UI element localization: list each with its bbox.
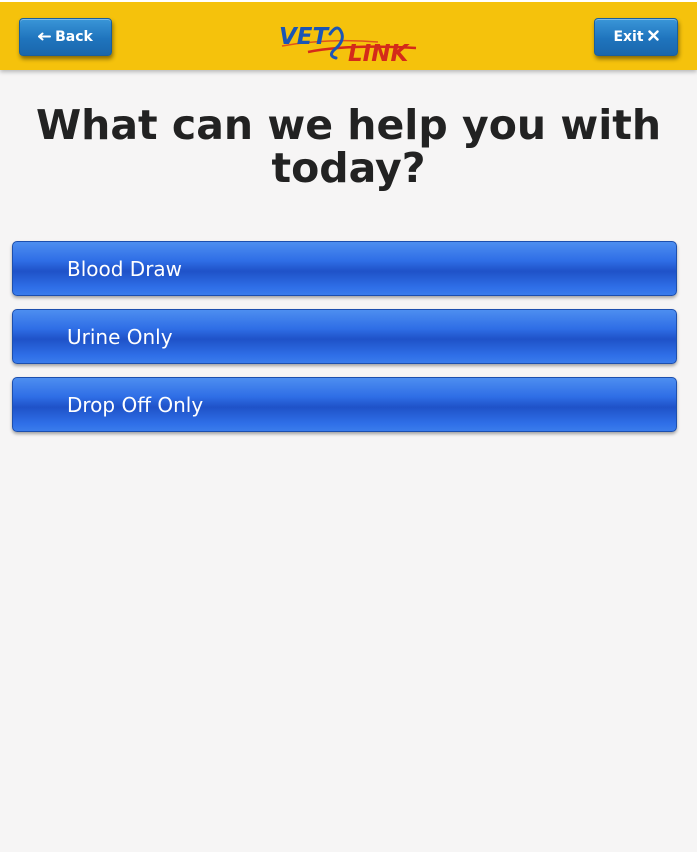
option-drop-off-only-button[interactable]: Drop Off Only [12,377,677,432]
option-blood-draw-button[interactable]: Blood Draw [12,241,677,296]
exit-button-label: Exit [613,29,644,45]
arrow-left-icon [38,29,52,45]
page-title: What can we help you with today? [35,101,662,192]
close-icon [647,29,659,45]
top-bar: Back VET LINK Exit [0,0,697,70]
logo-text-link: LINK [348,41,410,64]
back-button[interactable]: Back [19,18,112,56]
vetlink-logo: VET LINK [278,18,418,67]
exit-button[interactable]: Exit [594,18,678,56]
back-button-label: Back [55,29,93,45]
logo-text-vet: VET [279,24,331,50]
option-urine-only-button[interactable]: Urine Only [12,309,677,364]
